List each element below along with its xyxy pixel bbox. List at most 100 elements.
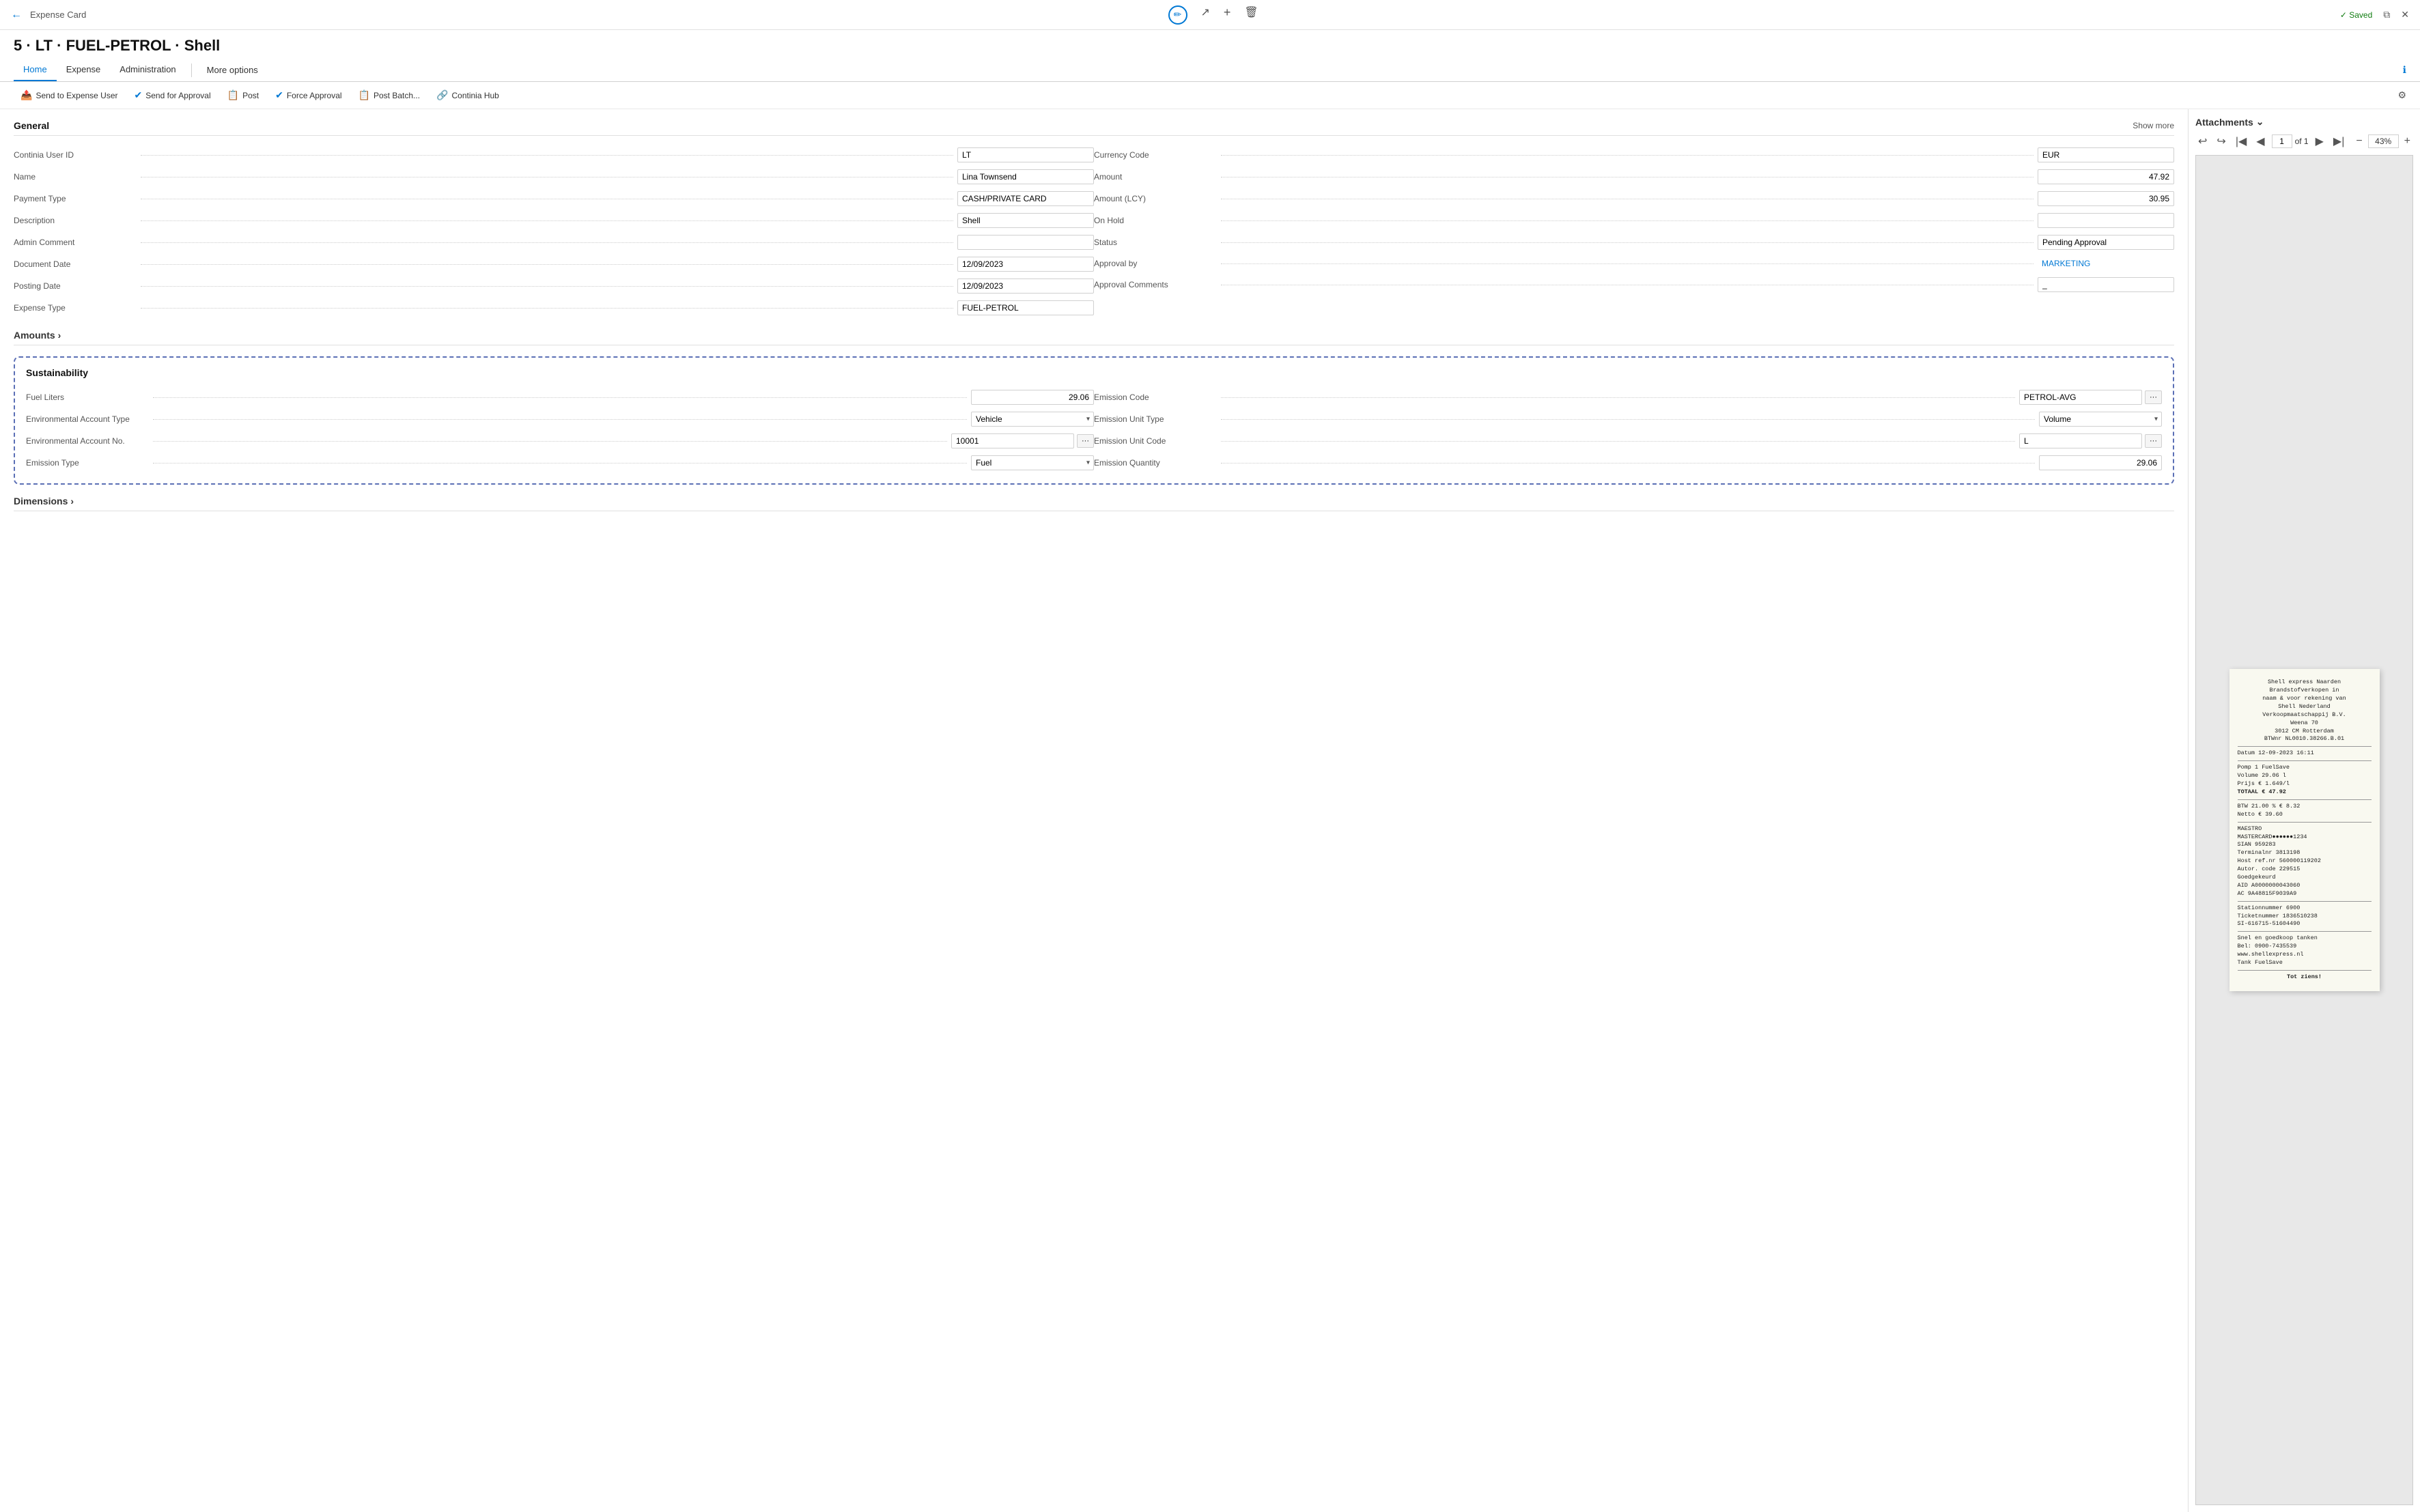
back-button[interactable]: ← [11,9,22,21]
currency-code-input[interactable] [2038,147,2174,162]
field-env-account-no: Environmental Account No. ··· [26,430,1094,452]
field-expense-type: Expense Type [14,297,1094,319]
dimensions-section: Dimensions › [14,496,2174,511]
env-account-type-select[interactable]: Vehicle [971,412,1094,427]
delete-icon[interactable]: 🗑 [1244,5,1258,25]
skip-last-btn[interactable]: ▶| [2331,133,2347,149]
emission-type-wrapper: Fuel [971,455,1094,470]
amount-lcy-input[interactable] [2038,191,2174,206]
on-hold-input[interactable] [2038,213,2174,228]
approval-send-icon: ✔ [135,89,143,101]
edit-icon[interactable]: ✏ [1168,5,1187,25]
amounts-header[interactable]: Amounts › [14,330,2174,345]
saved-badge: ✓ Saved [2340,10,2372,20]
skip-first-btn[interactable]: |◀ [2233,133,2249,149]
field-description: Description [14,210,1094,231]
sustainability-fields: Fuel Liters Environmental Account Type V… [26,386,2162,474]
zoom-out-btn[interactable]: − [2353,134,2365,149]
zoom-value: 43% [2368,134,2399,148]
tab-more-options[interactable]: More options [197,59,268,81]
document-date-input[interactable] [957,257,1094,272]
emission-unit-type-select[interactable]: Volume [2039,412,2162,427]
emission-unit-type-wrapper: Volume [2039,412,2162,427]
top-bar-right: ✓ Saved ⧉ ✕ [2340,9,2409,20]
receipt-container: Shell express Naarden Brandstofverkopen … [2195,155,2413,1505]
tab-home[interactable]: Home [14,59,57,81]
content-area: General Show more Continia User ID Name [0,109,2188,1512]
status-input[interactable] [2038,235,2174,250]
send-for-approval-button[interactable]: ✔ Send for Approval [128,86,218,104]
emission-type-select[interactable]: Fuel [971,455,1094,470]
field-emission-unit-code: Emission Unit Code ··· [1094,430,2162,452]
attachments-title: Attachments ⌄ [2195,116,2413,128]
tab-bar: Home Expense Administration More options… [0,59,2420,82]
settings-icon[interactable]: ⚙ [2397,89,2406,100]
continia-hub-button[interactable]: 🔗 Continia Hub [430,86,506,104]
emission-unit-code-dots-btn[interactable]: ··· [2145,434,2162,448]
fuel-liters-input[interactable] [971,390,1094,405]
force-approval-button[interactable]: ✔ Force Approval [268,86,348,104]
dimensions-header[interactable]: Dimensions › [14,496,2174,511]
restore-icon[interactable]: ⧉ [2383,9,2390,20]
tab-separator [191,63,192,77]
admin-comment-input[interactable] [957,235,1094,250]
tab-administration[interactable]: Administration [110,59,185,81]
page-indicator: of 1 [2272,134,2309,148]
field-fuel-liters: Fuel Liters [26,386,1094,408]
hub-icon: 🔗 [436,89,448,101]
general-section: General Show more Continia User ID Name [14,120,2174,319]
attachment-toolbar: ↩ ↪ |◀ ◀ of 1 ▶ ▶| − 43% + [2195,133,2413,149]
prev-btn[interactable]: ◀ [2253,133,2267,149]
redo-btn[interactable]: ↪ [2214,133,2228,149]
dimensions-chevron: › [70,496,74,507]
post-button[interactable]: 📋 Post [221,86,266,104]
page-input[interactable] [2272,134,2292,148]
expense-type-input[interactable] [957,300,1094,315]
name-input[interactable] [957,169,1094,184]
amount-input[interactable] [2038,169,2174,184]
sustainability-right: Emission Code ··· Emission Unit Type Vol… [1094,386,2162,474]
share-icon[interactable]: ↗ [1201,5,1210,25]
field-payment-type: Payment Type [14,188,1094,210]
emission-code-dots-btn[interactable]: ··· [2145,390,2162,404]
general-section-header: General Show more [14,120,2174,136]
field-approval-by: Approval by MARKETING [1094,253,2174,274]
show-more-link[interactable]: Show more [2133,121,2174,130]
posting-date-input[interactable] [957,279,1094,294]
emission-unit-code-input[interactable] [2019,433,2142,448]
info-icon[interactable]: ℹ [2403,64,2406,75]
zoom-ctrl: − 43% + [2353,134,2413,149]
description-input[interactable] [957,213,1094,228]
amounts-chevron: › [58,330,61,341]
field-env-account-type: Environmental Account Type Vehicle [26,408,1094,430]
top-bar: ← Expense Card ✏ ↗ + 🗑 ✓ Saved ⧉ ✕ [0,0,2420,30]
send-to-expense-user-button[interactable]: 📤 Send to Expense User [14,86,125,104]
zoom-in-btn[interactable]: + [2402,134,2413,149]
field-amount-lcy: Amount (LCY) [1094,188,2174,210]
tab-expense[interactable]: Expense [57,59,111,81]
field-approval-comments: Approval Comments [1094,274,2174,296]
next-btn[interactable]: ▶ [2313,133,2326,149]
post-batch-button[interactable]: 📋 Post Batch... [352,86,427,104]
general-left-col: Continia User ID Name Payment Type [14,144,1094,319]
env-account-no-input[interactable] [951,433,1074,448]
main-layout: General Show more Continia User ID Name [0,109,2420,1512]
info-btn[interactable]: ℹ [2403,64,2406,76]
undo-btn[interactable]: ↩ [2195,133,2210,149]
close-icon[interactable]: ✕ [2401,9,2409,20]
post-batch-icon: 📋 [358,89,370,101]
post-icon: 📋 [227,89,239,101]
approval-comments-input[interactable] [2038,277,2174,292]
emission-code-input[interactable] [2019,390,2142,405]
env-account-no-dots-btn[interactable]: ··· [1077,434,1094,448]
field-on-hold: On Hold [1094,210,2174,231]
approval-by-value[interactable]: MARKETING [2038,257,2174,270]
page-label: Expense Card [30,10,86,20]
attachments-chevron[interactable]: ⌄ [2256,116,2264,128]
emission-quantity-input[interactable] [2039,455,2162,470]
field-status: Status [1094,231,2174,253]
continia-user-id-input[interactable] [957,147,1094,162]
add-icon[interactable]: + [1224,5,1231,25]
payment-type-input[interactable] [957,191,1094,206]
field-emission-code: Emission Code ··· [1094,386,2162,408]
